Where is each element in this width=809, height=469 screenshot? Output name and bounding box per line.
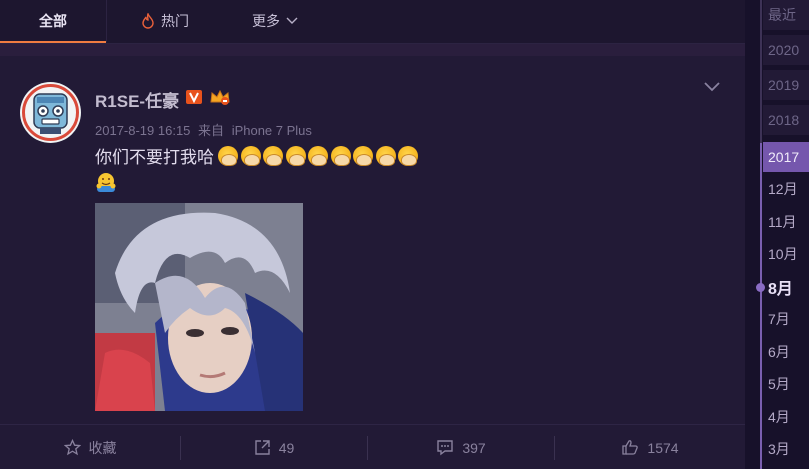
praying-emoji-icon: [240, 145, 261, 166]
comment-icon: [437, 440, 454, 456]
section-strip: [0, 44, 745, 56]
verified-v-icon: [185, 89, 203, 110]
feed-tab-bar: 全部 热门 更多: [0, 0, 745, 44]
post-text: 你们不要打我哈: [95, 148, 214, 167]
thumbs-up-icon: [622, 440, 639, 455]
praying-emoji-icon: [398, 145, 418, 166]
praying-emoji-icon: [353, 145, 373, 166]
praying-emoji-icon: [218, 145, 238, 166]
like-button[interactable]: 1574: [555, 425, 745, 469]
active-tab-underline: [0, 41, 106, 43]
timeline-month-5[interactable]: 5月: [763, 369, 809, 399]
post-meta: 2017-8-19 16:15 来自 iPhone 7 Plus: [95, 120, 316, 139]
repost-button[interactable]: 49: [181, 425, 367, 469]
comment-count: 397: [462, 439, 486, 456]
tab-all-label: 全部: [39, 13, 67, 29]
tab-all[interactable]: 全部: [0, 0, 106, 43]
star-icon: [63, 439, 81, 456]
post-body: 你们不要打我哈: [95, 143, 421, 168]
praying-emoji-icon: [285, 145, 306, 166]
source-device: iPhone 7 Plus: [231, 123, 312, 138]
favorite-label: 收藏: [88, 439, 117, 456]
praying-emoji-icon: [330, 145, 351, 166]
avatar[interactable]: [20, 82, 81, 143]
timeline-month-11[interactable]: 11月: [763, 207, 809, 237]
timeline-month-12[interactable]: 12月: [763, 174, 809, 204]
post-timestamp[interactable]: 2017-8-19 16:15: [95, 123, 190, 138]
timeline-month-3[interactable]: 3月: [763, 434, 809, 464]
post-menu-chevron-icon[interactable]: [703, 80, 721, 92]
timeline-year-2017[interactable]: 2017: [763, 142, 809, 172]
favorite-button[interactable]: 收藏: [0, 425, 180, 469]
timeline-year-2020[interactable]: 2020: [763, 35, 809, 65]
username-text: R1SE-任豪: [95, 92, 180, 111]
timeline-track-active: [760, 143, 762, 469]
praying-emoji-icon: [308, 145, 328, 166]
comment-button[interactable]: 397: [368, 425, 554, 469]
tab-more-label: 更多: [252, 13, 280, 29]
timeline-year-2018[interactable]: 2018: [763, 105, 809, 135]
praying-emoji-row: [218, 145, 421, 166]
timeline-month-10[interactable]: 10月: [763, 239, 809, 269]
source-prefix: 来自: [198, 123, 225, 138]
post-photo[interactable]: [95, 203, 303, 411]
tab-hot[interactable]: 热门: [130, 0, 200, 42]
praying-emoji-icon: [375, 145, 396, 166]
post-author[interactable]: R1SE-任豪: [95, 87, 231, 112]
timeline-month-6[interactable]: 6月: [763, 337, 809, 367]
chevron-down-icon: [286, 17, 298, 24]
timeline-month-7[interactable]: 7月: [763, 304, 809, 334]
timeline-nav: 最近 2020 2019 2018 2017 12月 11月 10月 8月 7月…: [745, 0, 809, 469]
like-count: 1574: [647, 439, 679, 456]
post-card: R1SE-任豪 2017-8-19 16:15 来自 iPhone 7 Plus…: [0, 56, 745, 469]
hug-emoji-icon: [96, 173, 116, 192]
repost-count: 49: [278, 439, 295, 456]
tab-hot-label: 热门: [161, 13, 189, 29]
fire-icon: [142, 13, 154, 29]
timeline-month-8[interactable]: 8月: [763, 272, 809, 302]
vip-crown-icon: [209, 88, 231, 111]
praying-emoji-icon: [263, 145, 283, 166]
timeline-year-recent[interactable]: 最近: [763, 0, 809, 30]
tab-more[interactable]: 更多: [240, 0, 310, 42]
tab-divider: [106, 0, 107, 42]
share-icon: [255, 440, 270, 455]
timeline-year-2019[interactable]: 2019: [763, 70, 809, 100]
post-action-bar: 收藏 49 397 1574: [0, 424, 745, 469]
timeline-month-4[interactable]: 4月: [763, 402, 809, 432]
